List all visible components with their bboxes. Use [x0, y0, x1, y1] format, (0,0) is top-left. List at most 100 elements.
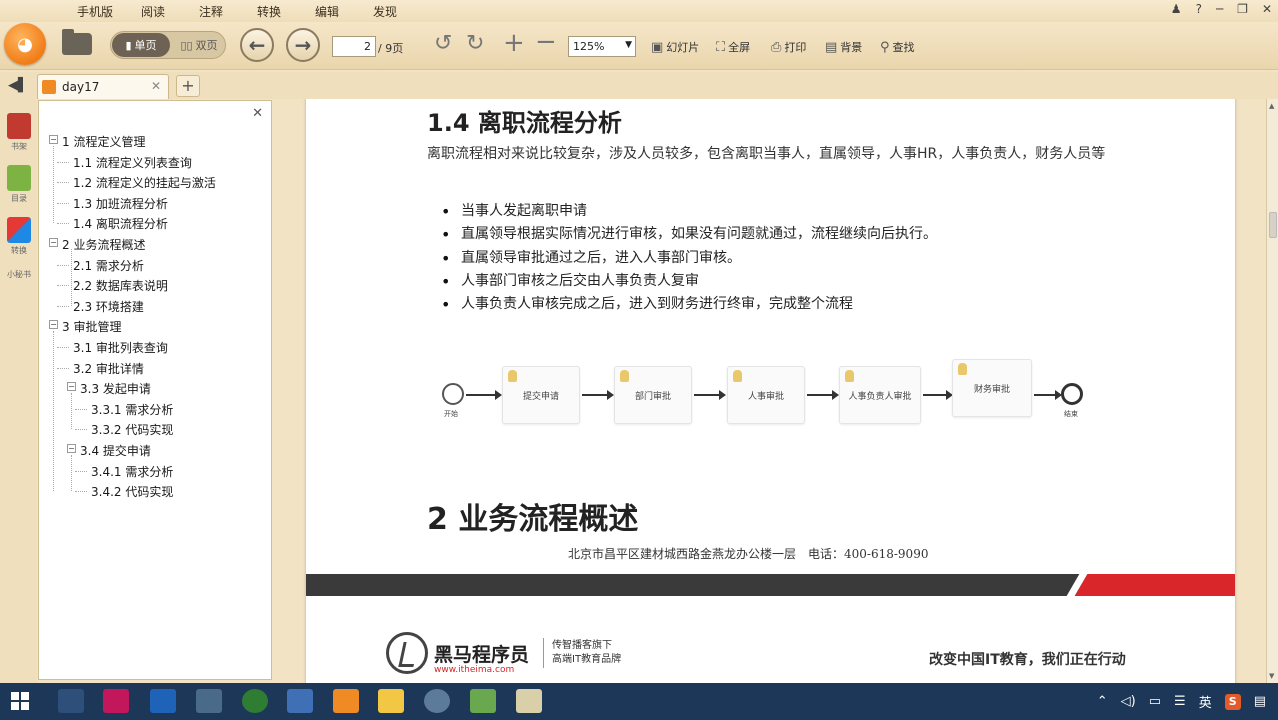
end-event [1061, 383, 1083, 405]
outline-item[interactable]: −3.3 发起申请 [45, 378, 271, 399]
chrome-icon[interactable] [242, 689, 268, 713]
background-button[interactable]: ▤ 背景 [825, 39, 862, 55]
scroll-up-icon[interactable]: ▲ [1269, 102, 1274, 110]
single-page-button[interactable]: ▮ 单页 [112, 33, 170, 57]
outline-item[interactable]: 1.2 流程定义的挂起与激活 [45, 172, 271, 193]
rail-assistant[interactable]: 小秘书 [4, 269, 34, 280]
battery-icon[interactable]: ▭ [1149, 694, 1161, 709]
taskbar-app-icon[interactable] [287, 689, 313, 713]
fullscreen-button[interactable]: ⛶ 全屏 [716, 39, 750, 55]
brand-slogan-line: 高端IT教育品牌 [552, 654, 622, 665]
rotate-right-icon[interactable]: ↻ [466, 31, 484, 56]
taskbar-app-icon[interactable] [196, 689, 222, 713]
user-task-icon [845, 370, 854, 382]
flow-task: 人事负责人审批 [839, 366, 921, 424]
outline-item[interactable]: 3.4.1 需求分析 [45, 461, 271, 482]
outline-item[interactable]: −3 审批管理 [45, 316, 271, 337]
vertical-scrollbar[interactable]: ▲ ▼ [1266, 99, 1278, 683]
chevron-up-icon[interactable]: ⌃ [1097, 694, 1108, 709]
brand-logo-icon [386, 632, 428, 674]
outline-item[interactable]: 3.2 审批详情 [45, 358, 271, 379]
task-label: 财务审批 [973, 384, 1010, 395]
outline-item[interactable]: 3.3.2 代码实现 [45, 419, 271, 440]
zoom-select[interactable]: 125% ▼ [568, 36, 636, 57]
menu-discover[interactable]: 发现 [373, 3, 397, 20]
collapse-toggle-icon[interactable]: − [67, 382, 76, 392]
outline-item[interactable]: 1.4 离职流程分析 [45, 213, 271, 234]
user-task-icon [733, 370, 742, 382]
volume-icon[interactable]: ◁) [1121, 694, 1136, 709]
input-language[interactable]: 英 [1199, 692, 1212, 711]
outline-item[interactable]: 2.3 环境搭建 [45, 296, 271, 317]
notification-icon[interactable]: ▤ [1254, 694, 1266, 709]
outline-item[interactable]: 3.3.1 需求分析 [45, 399, 271, 420]
app-logo-icon[interactable]: ◕ [4, 23, 46, 65]
document-viewport[interactable]: 1.4 离职流程分析 离职流程相对来说比较复杂，涉及人员较多，包含离职当事人，直… [276, 99, 1266, 683]
rail-convert[interactable]: 转换 [4, 217, 34, 256]
menu-mobile[interactable]: 手机版 [77, 3, 113, 20]
taskbar-app-icon[interactable] [424, 689, 450, 713]
minimize-icon[interactable]: ─ [1216, 2, 1223, 16]
network-icon[interactable]: ☰ [1174, 694, 1186, 709]
windows-start-icon[interactable] [11, 692, 29, 710]
footer-motto: 改变中国IT教育，我们正在行动 [929, 652, 1126, 668]
outline-item-label: 3.4.2 代码实现 [91, 485, 174, 500]
outline-item[interactable]: −3.4 提交申请 [45, 440, 271, 461]
collapse-toggle-icon[interactable]: − [49, 320, 58, 330]
pdf-reader-taskbar-icon[interactable] [333, 689, 359, 713]
search-button[interactable]: ⚲ 查找 [880, 39, 915, 55]
outline-item[interactable]: 2.2 数据库表说明 [45, 275, 271, 296]
previous-page-button[interactable]: ← [240, 28, 274, 62]
taskbar-app-icon[interactable] [470, 689, 496, 713]
menu-edit[interactable]: 编辑 [315, 3, 339, 20]
slideshow-button[interactable]: ▣ 幻灯片 [651, 39, 699, 55]
outline-item[interactable]: −2 业务流程概述 [45, 234, 271, 255]
skin-icon[interactable]: ♟ [1171, 2, 1182, 16]
taskbar-app-icon[interactable] [150, 689, 176, 713]
open-folder-button[interactable] [60, 29, 94, 58]
rotate-left-icon[interactable]: ↺ [434, 31, 452, 56]
menu-annotate[interactable]: 注释 [199, 3, 223, 20]
print-button[interactable]: ⎙ 打印 [771, 39, 806, 55]
menu-convert[interactable]: 转换 [257, 3, 281, 20]
new-tab-button[interactable]: + [176, 75, 200, 97]
ime-icon[interactable]: S [1224, 693, 1241, 710]
tab-day17[interactable]: day17 ✕ [37, 74, 169, 99]
page-number-input[interactable]: 2 [332, 36, 376, 57]
collapse-toggle-icon[interactable]: − [67, 443, 76, 453]
help-icon[interactable]: ? [1196, 2, 1202, 16]
brand-url: www.itheima.com [434, 664, 515, 675]
scroll-down-icon[interactable]: ▼ [1269, 672, 1274, 680]
file-explorer-icon[interactable] [378, 689, 404, 713]
taskbar-app-icon[interactable] [516, 689, 542, 713]
page-mode-toggle: ▮ 单页 ▯▯ 双页 [110, 31, 226, 59]
outline-item[interactable]: 1.3 加班流程分析 [45, 193, 271, 214]
taskbar-app-icon[interactable] [58, 689, 84, 713]
tab-close-icon[interactable]: ✕ [151, 79, 161, 93]
rail-contents[interactable]: 目录 [4, 165, 34, 204]
scrollbar-thumb[interactable] [1269, 212, 1277, 238]
rail-bookshelf[interactable]: 书架 [4, 113, 34, 152]
menu-bar: 手机版 阅读 注释 转换 编辑 发现 ♟ ? ─ ❐ ✕ [0, 0, 1278, 22]
next-page-button[interactable]: → [286, 28, 320, 62]
menu-read[interactable]: 阅读 [141, 3, 165, 20]
collapse-toggle-icon[interactable]: − [49, 237, 58, 247]
collapse-toggle-icon[interactable]: − [49, 135, 58, 144]
maximize-icon[interactable]: ❐ [1237, 2, 1248, 16]
outline-item[interactable]: 3.4.2 代码实现 [45, 481, 271, 502]
zoom-out-icon[interactable]: − [535, 27, 557, 57]
outline-item[interactable]: 1.1 流程定义列表查询 [45, 152, 271, 173]
outline-item[interactable]: 3.1 审批列表查询 [45, 337, 271, 358]
double-page-button[interactable]: ▯▯ 双页 [173, 33, 225, 57]
taskbar-app-icon[interactable] [103, 689, 129, 713]
flow-arrow [694, 390, 726, 400]
close-icon[interactable]: ✕ [252, 106, 263, 121]
outline-item[interactable]: 2.1 需求分析 [45, 255, 271, 276]
collapse-sidebar-icon[interactable]: ◀▌ [8, 78, 28, 93]
tree-connector [57, 305, 69, 307]
outline-item-label: 2.3 环境搭建 [73, 299, 144, 314]
close-icon[interactable]: ✕ [1262, 2, 1272, 16]
zoom-in-icon[interactable]: + [503, 28, 525, 58]
outline-item[interactable]: −1 流程定义管理 [45, 131, 271, 152]
tree-connector [71, 249, 72, 306]
